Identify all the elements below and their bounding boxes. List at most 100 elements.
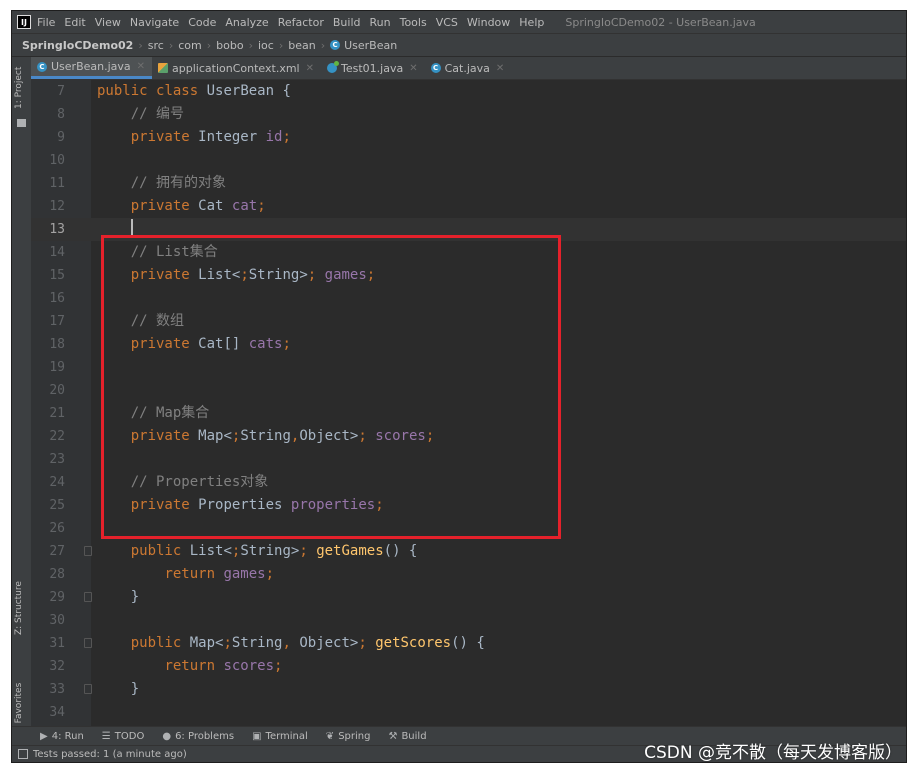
close-icon[interactable]: ✕ xyxy=(306,63,314,74)
tool-build[interactable]: ⚒ Build xyxy=(388,731,426,742)
menu-vcs[interactable]: VCS xyxy=(436,16,458,29)
code-text: public class UserBean { xyxy=(97,83,291,99)
status-window-icon[interactable] xyxy=(18,749,28,759)
code-line[interactable]: 15 private List<;String>; games; xyxy=(31,264,906,287)
code-line[interactable]: 26 xyxy=(31,517,906,540)
code-line[interactable]: 21 // Map集合 xyxy=(31,402,906,425)
code-line[interactable]: 16 xyxy=(31,287,906,310)
line-number: 24 xyxy=(49,475,65,490)
tool-terminal[interactable]: ▣ Terminal xyxy=(252,731,308,742)
line-number: 23 xyxy=(49,452,65,467)
code-line[interactable]: 25 private Properties properties; xyxy=(31,494,906,517)
code-line[interactable]: 19 xyxy=(31,356,906,379)
fold-marker-icon[interactable] xyxy=(84,684,92,694)
code-line[interactable]: 33 } xyxy=(31,678,906,701)
menu-code[interactable]: Code xyxy=(188,16,216,29)
code-text: private Map<;String,Object>; scores; xyxy=(130,428,435,444)
line-number: 11 xyxy=(49,176,65,191)
code-line[interactable]: 27 public List<;String>; getGames() { xyxy=(31,540,906,563)
menu-view[interactable]: View xyxy=(95,16,121,29)
menu-run[interactable]: Run xyxy=(370,16,391,29)
code-text: // 数组 xyxy=(130,313,185,329)
code-text: private Cat[] cats; xyxy=(130,336,291,352)
window-title: SpringIoCDemo02 - UserBean.java xyxy=(565,15,756,29)
code-line[interactable]: 9 private Integer id; xyxy=(31,126,906,149)
code-line[interactable]: 8 // 编号 xyxy=(31,103,906,126)
tool-label: Build xyxy=(401,730,427,742)
tab-label: applicationContext.xml xyxy=(172,61,300,75)
todo-icon: ☰ xyxy=(101,730,111,742)
line-number: 22 xyxy=(49,429,65,444)
tool-todo[interactable]: ☰ TODO xyxy=(102,731,145,742)
breadcrumb-com[interactable]: com xyxy=(178,39,202,52)
line-number: 7 xyxy=(57,84,65,99)
tool-label: 4: Run xyxy=(51,730,84,742)
close-icon[interactable]: ✕ xyxy=(409,63,417,74)
menu-window[interactable]: Window xyxy=(467,16,510,29)
fold-marker-icon[interactable] xyxy=(84,546,92,556)
code-text: // Map集合 xyxy=(130,405,210,421)
fold-marker-icon[interactable] xyxy=(84,638,92,648)
code-line[interactable]: 17 // 数组 xyxy=(31,310,906,333)
line-number: 28 xyxy=(49,567,65,582)
menu-file[interactable]: File xyxy=(37,16,55,29)
tool-problems[interactable]: ● 6: Problems xyxy=(162,731,234,742)
code-line[interactable]: 18 private Cat[] cats; xyxy=(31,333,906,356)
breadcrumb-ioc[interactable]: ioc xyxy=(258,39,274,52)
tab-applicationcontext[interactable]: applicationContext.xml ✕ xyxy=(152,57,321,79)
breadcrumb-bean[interactable]: bean xyxy=(288,39,315,52)
code-line[interactable]: 10 xyxy=(31,149,906,172)
code-line[interactable]: 13 xyxy=(31,218,906,241)
menu-navigate[interactable]: Navigate xyxy=(130,16,179,29)
xml-file-icon xyxy=(158,63,169,73)
code-text: // List集合 xyxy=(130,244,218,260)
code-line[interactable]: 31 public Map<;String, Object>; getScore… xyxy=(31,632,906,655)
tool-label: Terminal xyxy=(265,730,308,742)
class-icon: C xyxy=(330,40,341,50)
menu-help[interactable]: Help xyxy=(519,16,544,29)
breadcrumb-bobo[interactable]: bobo xyxy=(216,39,243,52)
menu-analyze[interactable]: Analyze xyxy=(225,16,268,29)
code-line[interactable]: 12 private Cat cat; xyxy=(31,195,906,218)
tab-label: Test01.java xyxy=(341,61,404,75)
code-line[interactable]: 34 xyxy=(31,701,906,724)
tool-window-project[interactable]: 1: Project xyxy=(14,67,24,109)
code-line[interactable]: 28 return games; xyxy=(31,563,906,586)
status-message[interactable]: Tests passed: 1 (a minute ago) xyxy=(33,749,187,760)
breadcrumb: SpringIoCDemo02 › src › com › bobo › ioc… xyxy=(12,33,906,57)
tab-cat[interactable]: C Cat.java ✕ xyxy=(425,57,512,79)
tool-run[interactable]: ▶ 4: Run xyxy=(40,731,84,742)
line-number: 8 xyxy=(57,107,65,122)
code-text xyxy=(97,218,133,241)
code-line[interactable]: 14 // List集合 xyxy=(31,241,906,264)
code-line[interactable]: 11 // 拥有的对象 xyxy=(31,172,906,195)
tab-test01[interactable]: Test01.java ✕ xyxy=(321,57,425,79)
close-icon[interactable]: ✕ xyxy=(496,63,504,74)
tab-userbean[interactable]: C UserBean.java ✕ xyxy=(31,57,153,79)
breadcrumb-project[interactable]: SpringIoCDemo02 xyxy=(22,39,133,52)
code-line[interactable]: 24 // Properties对象 xyxy=(31,471,906,494)
code-line[interactable]: 22 private Map<;String,Object>; scores; xyxy=(31,425,906,448)
menu-bar: IJ File Edit View Navigate Code Analyze … xyxy=(12,11,906,33)
left-tool-strip: 1: Project Z: Structure 2: Favorites ★ xyxy=(12,57,32,752)
menu-build[interactable]: Build xyxy=(333,16,361,29)
code-line[interactable]: 20 xyxy=(31,379,906,402)
code-line[interactable]: 23 xyxy=(31,448,906,471)
tool-window-structure[interactable]: Z: Structure xyxy=(14,581,24,635)
close-icon[interactable]: ✕ xyxy=(137,61,145,72)
code-line[interactable]: 30 xyxy=(31,609,906,632)
code-editor[interactable]: 7 public class UserBean { 8 // 编号 9 private… xyxy=(31,80,906,726)
problems-icon: ● xyxy=(162,730,172,742)
menu-edit[interactable]: Edit xyxy=(64,16,85,29)
breadcrumb-src[interactable]: src xyxy=(148,39,164,52)
breadcrumb-current[interactable]: UserBean xyxy=(344,39,397,52)
code-line[interactable]: 29 } xyxy=(31,586,906,609)
code-line[interactable]: 7 public class UserBean { xyxy=(31,80,906,103)
test-class-icon xyxy=(327,61,339,73)
tool-spring[interactable]: ❦ Spring xyxy=(326,731,371,742)
fold-marker-icon[interactable] xyxy=(84,592,92,602)
menu-refactor[interactable]: Refactor xyxy=(278,16,324,29)
code-line[interactable]: 32 return scores; xyxy=(31,655,906,678)
line-number: 17 xyxy=(49,314,65,329)
menu-tools[interactable]: Tools xyxy=(400,16,427,29)
